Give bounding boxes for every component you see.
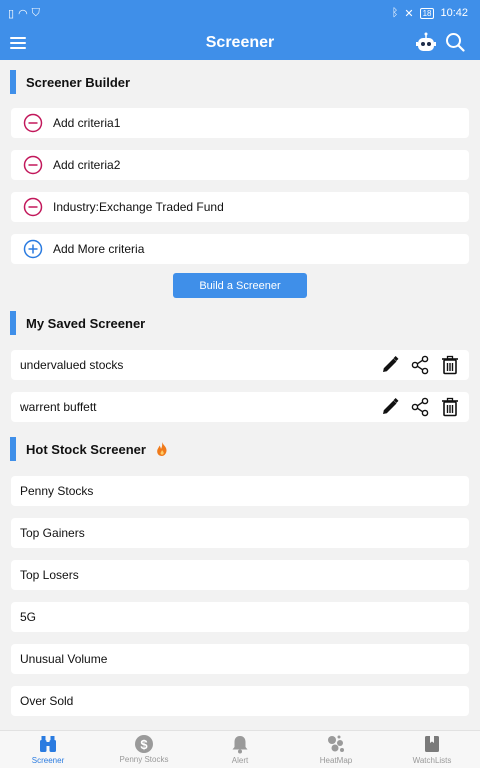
- book-icon: [425, 736, 439, 752]
- pencil-icon[interactable]: [380, 355, 400, 375]
- hot-screener-label: Top Losers: [20, 568, 79, 582]
- section-title: My Saved Screener: [26, 315, 146, 331]
- status-time: 10:42: [440, 7, 468, 19]
- status-left-icons: ▯ ◠ ⛉: [8, 7, 40, 20]
- saved-screener-name: undervalued stocks: [20, 358, 124, 372]
- criteria-row[interactable]: Add criteria2: [11, 150, 469, 180]
- dollar-icon: $: [135, 735, 153, 753]
- criteria-label: Add criteria2: [53, 158, 121, 172]
- saved-row-actions: [380, 355, 469, 375]
- tab-label: HeatMap: [319, 756, 353, 765]
- sim-icon: ▯: [8, 7, 15, 20]
- app-bar: Screener: [0, 26, 480, 60]
- trash-icon[interactable]: [440, 355, 460, 375]
- section-title: Screener Builder: [26, 74, 131, 90]
- minus-circle-icon[interactable]: [23, 155, 43, 175]
- hot-screener-row[interactable]: 5G: [11, 602, 469, 632]
- criteria-label: Add criteria1: [53, 116, 121, 130]
- heatmap-icon: [328, 735, 344, 752]
- share-icon[interactable]: [410, 355, 430, 375]
- search-icon[interactable]: [445, 32, 465, 52]
- status-right: ᛒ ✕ 18 10:42: [392, 7, 468, 20]
- section-accent: [10, 70, 16, 94]
- tab-watchlists[interactable]: WatchLists: [384, 731, 480, 768]
- hot-screener-row[interactable]: Over Sold: [11, 686, 469, 716]
- hot-screener-label: Top Gainers: [20, 526, 85, 540]
- hot-screener-row[interactable]: Top Gainers: [11, 518, 469, 548]
- wifi-icon: ◠: [18, 7, 28, 20]
- minus-circle-icon[interactable]: [23, 197, 43, 217]
- saved-screener-name: warrent buffett: [20, 400, 97, 414]
- section-accent: [10, 437, 16, 461]
- bottom-tab-bar: Screener $ Penny Stocks Alert HeatMap Wa…: [0, 730, 480, 768]
- tab-label: Penny Stocks: [119, 755, 169, 764]
- pencil-icon[interactable]: [380, 397, 400, 417]
- hot-screener-label: Unusual Volume: [20, 652, 108, 666]
- saved-screener-row[interactable]: warrent buffett: [11, 392, 469, 422]
- bell-icon: [232, 736, 248, 754]
- fire-icon: [157, 442, 167, 456]
- criteria-row[interactable]: Add criteria1: [11, 108, 469, 138]
- battery-icon: 18: [419, 7, 435, 19]
- add-more-label: Add More criteria: [53, 242, 145, 256]
- saved-row-actions: [380, 397, 469, 417]
- tab-alert[interactable]: Alert: [192, 731, 288, 768]
- criteria-row[interactable]: Industry:Exchange Traded Fund: [11, 192, 469, 222]
- trash-icon[interactable]: [440, 397, 460, 417]
- status-bar: ▯ ◠ ⛉ ᛒ ✕ 18 10:42: [0, 0, 480, 26]
- binoculars-icon: [40, 736, 56, 752]
- saved-screener-row[interactable]: undervalued stocks: [11, 350, 469, 380]
- minus-circle-icon[interactable]: [23, 113, 43, 133]
- tab-label: WatchLists: [412, 756, 452, 765]
- tab-label: Screener: [31, 756, 65, 765]
- section-screener-builder: Screener Builder: [10, 70, 130, 94]
- section-title: Hot Stock Screener: [26, 441, 146, 457]
- hot-screener-label: Over Sold: [20, 694, 74, 708]
- tab-penny-stocks[interactable]: $ Penny Stocks: [96, 731, 192, 768]
- mute-icon: ✕: [404, 7, 414, 20]
- tab-heatmap[interactable]: HeatMap: [288, 731, 384, 768]
- hot-screener-label: Penny Stocks: [20, 484, 94, 498]
- section-hot-stock-screener: Hot Stock Screener: [10, 437, 168, 461]
- page-title: Screener: [205, 34, 275, 51]
- build-screener-button[interactable]: Build a Screener: [173, 273, 307, 298]
- share-icon[interactable]: [410, 397, 430, 417]
- hot-screener-row[interactable]: Penny Stocks: [11, 476, 469, 506]
- add-more-criteria[interactable]: Add More criteria: [11, 234, 469, 264]
- bluetooth-icon: ᛒ: [391, 7, 399, 19]
- hot-screener-row[interactable]: Top Losers: [11, 560, 469, 590]
- hot-screener-row[interactable]: Unusual Volume: [11, 644, 469, 674]
- tab-screener[interactable]: Screener: [0, 731, 96, 768]
- shield-icon: ⛉: [31, 6, 40, 19]
- section-saved-screener: My Saved Screener: [10, 311, 145, 335]
- hot-screener-label: 5G: [20, 610, 37, 624]
- tab-label: Alert: [231, 756, 249, 765]
- robot-icon[interactable]: [416, 32, 436, 54]
- criteria-label: Industry:Exchange Traded Fund: [53, 200, 224, 214]
- plus-circle-icon[interactable]: [23, 239, 43, 259]
- section-accent: [10, 311, 16, 335]
